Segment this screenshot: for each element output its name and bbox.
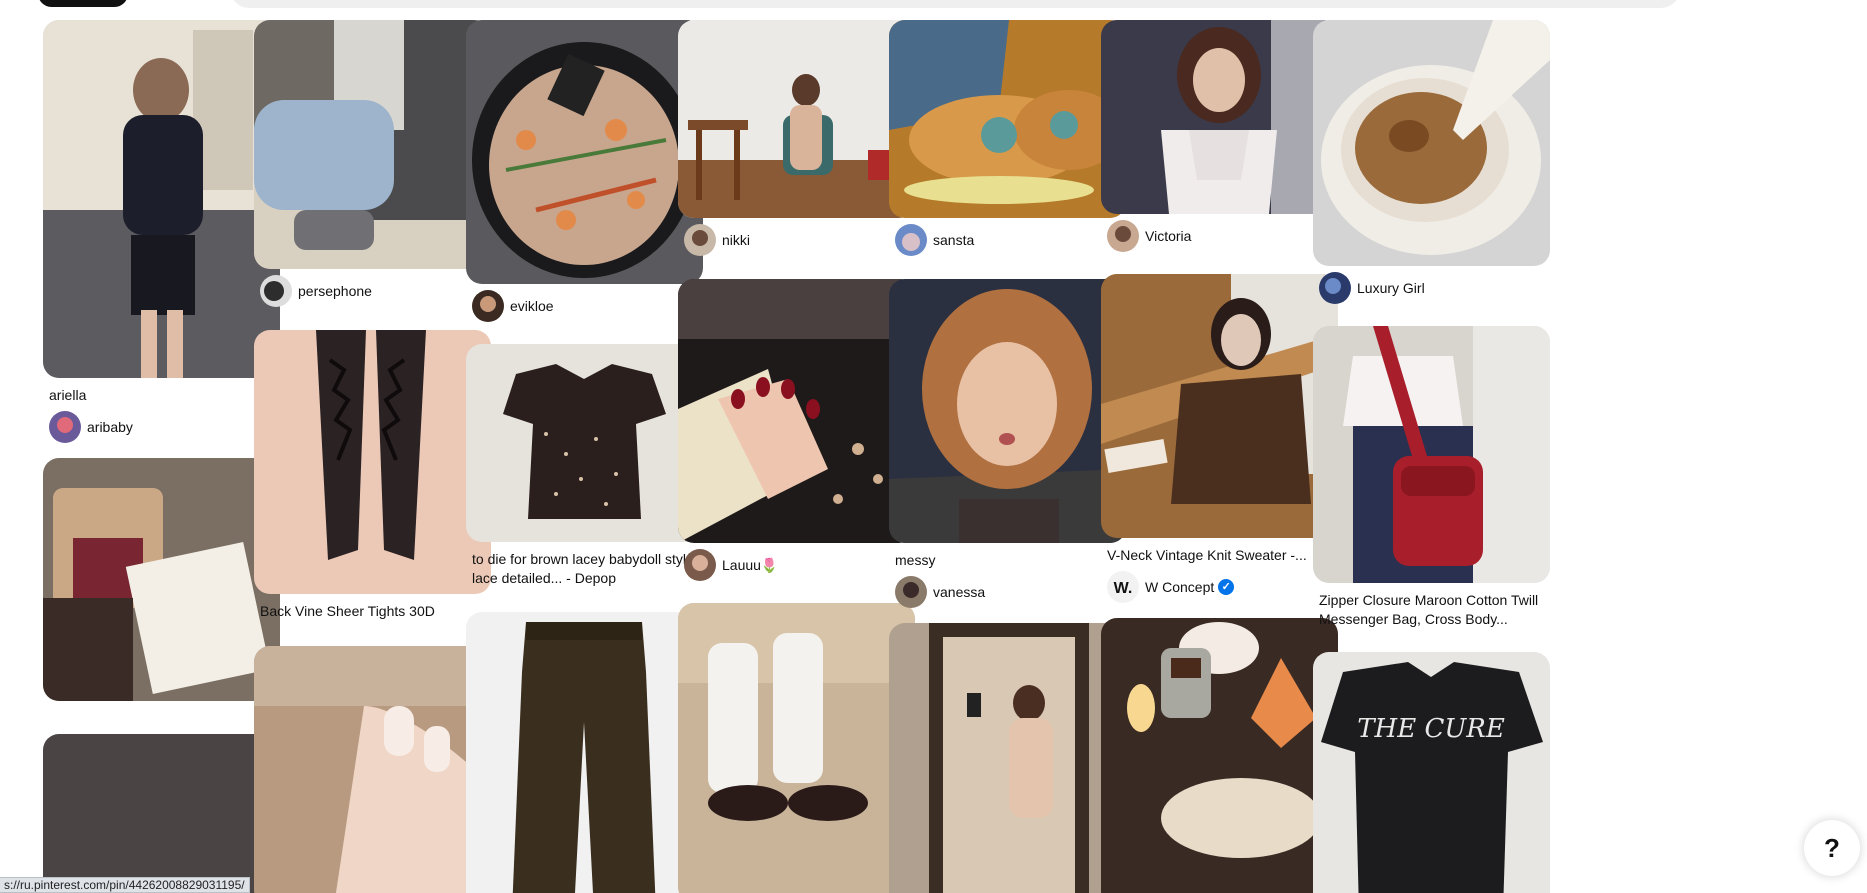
pin-card[interactable] (254, 646, 491, 893)
avatar (895, 576, 927, 608)
pin-image[interactable] (678, 603, 915, 893)
pin-card[interactable]: Victoria (1101, 20, 1338, 252)
pin-image[interactable] (254, 20, 491, 269)
pin-card[interactable] (889, 623, 1126, 893)
pin-image[interactable] (1101, 618, 1338, 893)
pin-creator[interactable]: Luxury Girl (1319, 272, 1544, 304)
pin-card[interactable] (678, 603, 915, 893)
avatar (684, 549, 716, 581)
pin-title[interactable]: Zipper Closure Maroon Cotton Twill Messe… (1319, 591, 1544, 629)
pin-image[interactable]: THE CURE (1313, 652, 1550, 893)
pin-creator[interactable]: persephone (260, 275, 485, 307)
creator-name: persephone (298, 283, 372, 299)
creator-name: evikloe (510, 298, 554, 314)
pin-image[interactable] (889, 20, 1126, 218)
pin-title[interactable]: ariella (49, 386, 274, 405)
pin-creator[interactable]: aribaby (49, 411, 274, 443)
creator-name: vanessa (933, 584, 986, 600)
pin-image[interactable] (43, 734, 280, 893)
avatar (1319, 272, 1351, 304)
creator-name: W Concept (1145, 579, 1215, 595)
pin-creator[interactable]: evikloe (472, 290, 697, 322)
pin-creator[interactable]: Lauuu🌷 (684, 549, 909, 581)
creator-name: aribaby (87, 419, 133, 435)
pin-image[interactable] (1313, 326, 1550, 583)
pin-card[interactable]: Lauuu🌷 (678, 279, 915, 581)
creator-name: Luxury Girl (1357, 280, 1425, 296)
pin-title[interactable]: Back Vine Sheer Tights 30D (260, 602, 485, 621)
svg-text:THE CURE: THE CURE (1357, 714, 1505, 744)
pin-card[interactable] (43, 734, 280, 893)
pin-image[interactable] (466, 344, 703, 542)
pin-card[interactable]: evikloe (466, 20, 703, 322)
pin-card[interactable]: Back Vine Sheer Tights 30D (254, 330, 491, 621)
pin-card[interactable]: sansta (889, 20, 1126, 256)
pin-card[interactable]: V-Neck Vintage Knit Sweater -... W. W Co… (1101, 274, 1338, 603)
pin-card[interactable]: persephone (254, 20, 491, 307)
pin-image[interactable] (254, 646, 491, 893)
pin-image[interactable] (466, 612, 703, 893)
avatar (1107, 220, 1139, 252)
pin-card[interactable] (43, 458, 280, 701)
avatar: W. (1107, 571, 1139, 603)
pin-title[interactable]: messy (895, 551, 1120, 570)
status-bar-url: s://ru.pinterest.com/pin/442620088290311… (0, 877, 250, 893)
pin-image[interactable] (254, 330, 491, 594)
question-mark-icon: ? (1824, 832, 1840, 863)
pin-card[interactable]: to die for brown lacey babydoll style la… (466, 344, 703, 588)
pin-card[interactable] (466, 612, 703, 893)
pin-creator[interactable]: W. W Concept ✓ (1107, 571, 1332, 603)
verified-badge-icon: ✓ (1218, 579, 1235, 595)
pin-creator[interactable]: sansta (895, 224, 1120, 256)
pin-image[interactable] (466, 20, 703, 284)
pin-card[interactable]: messy vanessa (889, 279, 1126, 608)
avatar (895, 224, 927, 256)
pin-image[interactable] (1101, 274, 1338, 538)
pin-image[interactable] (678, 279, 915, 543)
pin-creator[interactable]: vanessa (895, 576, 1120, 608)
pin-image[interactable] (889, 279, 1126, 543)
pin-card[interactable]: nikki (678, 20, 915, 256)
avatar (472, 290, 504, 322)
pin-creator[interactable]: nikki (684, 224, 909, 256)
creator-name: Victoria (1145, 228, 1192, 244)
pin-card[interactable]: Luxury Girl (1313, 20, 1550, 304)
pin-image[interactable] (1101, 20, 1338, 214)
pin-image[interactable] (43, 20, 280, 378)
pin-card[interactable]: Zipper Closure Maroon Cotton Twill Messe… (1313, 326, 1550, 629)
pin-feed: ariella aribaby persephone Back Vine She… (0, 0, 1867, 893)
pin-creator[interactable]: Victoria (1107, 220, 1332, 252)
pin-card[interactable]: THE CURE (1313, 652, 1550, 893)
pin-image[interactable] (43, 458, 280, 701)
avatar (684, 224, 716, 256)
pin-card[interactable]: ariella aribaby (43, 20, 280, 443)
pin-image[interactable] (678, 20, 915, 218)
pin-title[interactable]: V-Neck Vintage Knit Sweater -... (1107, 546, 1332, 565)
avatar (260, 275, 292, 307)
help-button[interactable]: ? (1804, 820, 1860, 876)
pin-image[interactable] (889, 623, 1126, 893)
creator-name: nikki (722, 232, 751, 248)
creator-name: sansta (933, 232, 975, 248)
pin-image[interactable] (1313, 20, 1550, 266)
pin-card[interactable] (1101, 618, 1338, 893)
creator-name: Lauuu🌷 (722, 556, 779, 573)
pin-title[interactable]: to die for brown lacey babydoll style la… (472, 550, 697, 588)
avatar (49, 411, 81, 443)
svg-text:W.: W. (1114, 580, 1133, 597)
